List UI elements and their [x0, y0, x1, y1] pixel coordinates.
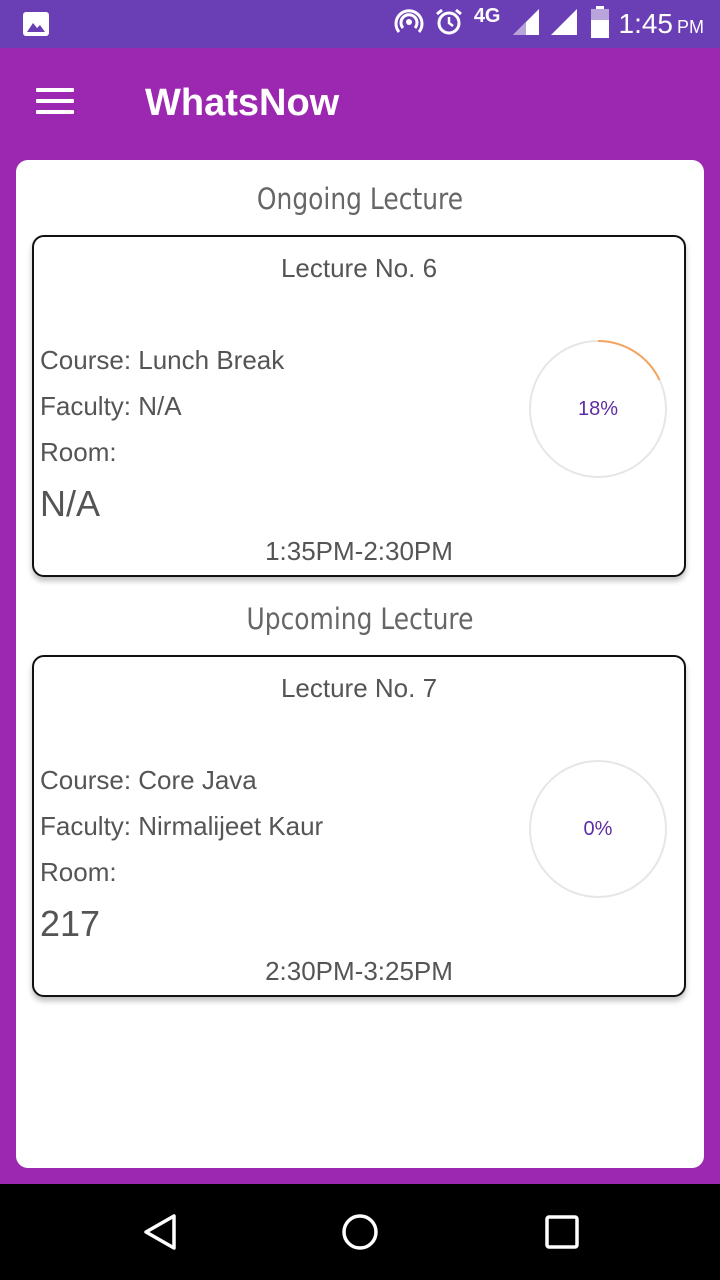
- room-label: Room:: [40, 437, 117, 467]
- ongoing-lecture-card[interactable]: Lecture No. 6 Course: Lunch Break Facult…: [32, 235, 686, 577]
- progress-ring: 0%: [526, 757, 670, 901]
- faculty-label: Faculty: Nirmalijeet Kaur: [40, 811, 324, 841]
- faculty-label: Faculty: N/A: [40, 391, 182, 421]
- upcoming-lecture-card[interactable]: Lecture No. 7 Course: Core Java Faculty:…: [32, 655, 686, 997]
- image-icon: [22, 10, 50, 43]
- navigation-bar: [0, 1184, 720, 1280]
- clock: 1:45 PM: [618, 8, 705, 39]
- app-bar: WhatsNow: [0, 48, 720, 160]
- hotspot-icon: [394, 7, 424, 42]
- signal-icon: [511, 7, 581, 42]
- menu-icon[interactable]: [36, 88, 76, 118]
- network-type: 4G: [473, 4, 501, 27]
- ongoing-section-title: Ongoing Lecture: [256, 182, 464, 216]
- upcoming-section-title: Upcoming Lecture: [246, 602, 474, 636]
- recents-icon[interactable]: [542, 1212, 582, 1252]
- room-value: N/A: [40, 483, 101, 524]
- progress-ring: 18%: [526, 337, 670, 481]
- battery-icon: [590, 5, 609, 43]
- room-value: 217: [40, 903, 101, 944]
- progress-percent: 18%: [577, 397, 619, 420]
- room-label: Room:: [40, 857, 117, 887]
- home-icon[interactable]: [340, 1212, 380, 1252]
- course-label: Course: Core Java: [40, 765, 257, 795]
- time-range: 2:30PM-3:25PM: [265, 956, 453, 986]
- content-panel: Ongoing Lecture Lecture No. 6 Course: Lu…: [16, 160, 704, 1168]
- time-range: 1:35PM-2:30PM: [265, 536, 453, 566]
- lecture-number: Lecture No. 6: [280, 253, 438, 283]
- app-title: WhatsNow: [145, 82, 340, 124]
- back-icon[interactable]: [140, 1212, 180, 1252]
- status-bar: 4G 1:45 PM: [0, 0, 720, 48]
- course-label: Course: Lunch Break: [40, 345, 285, 375]
- lecture-number: Lecture No. 7: [280, 673, 438, 703]
- alarm-icon: [434, 7, 464, 42]
- progress-percent: 0%: [583, 817, 613, 840]
